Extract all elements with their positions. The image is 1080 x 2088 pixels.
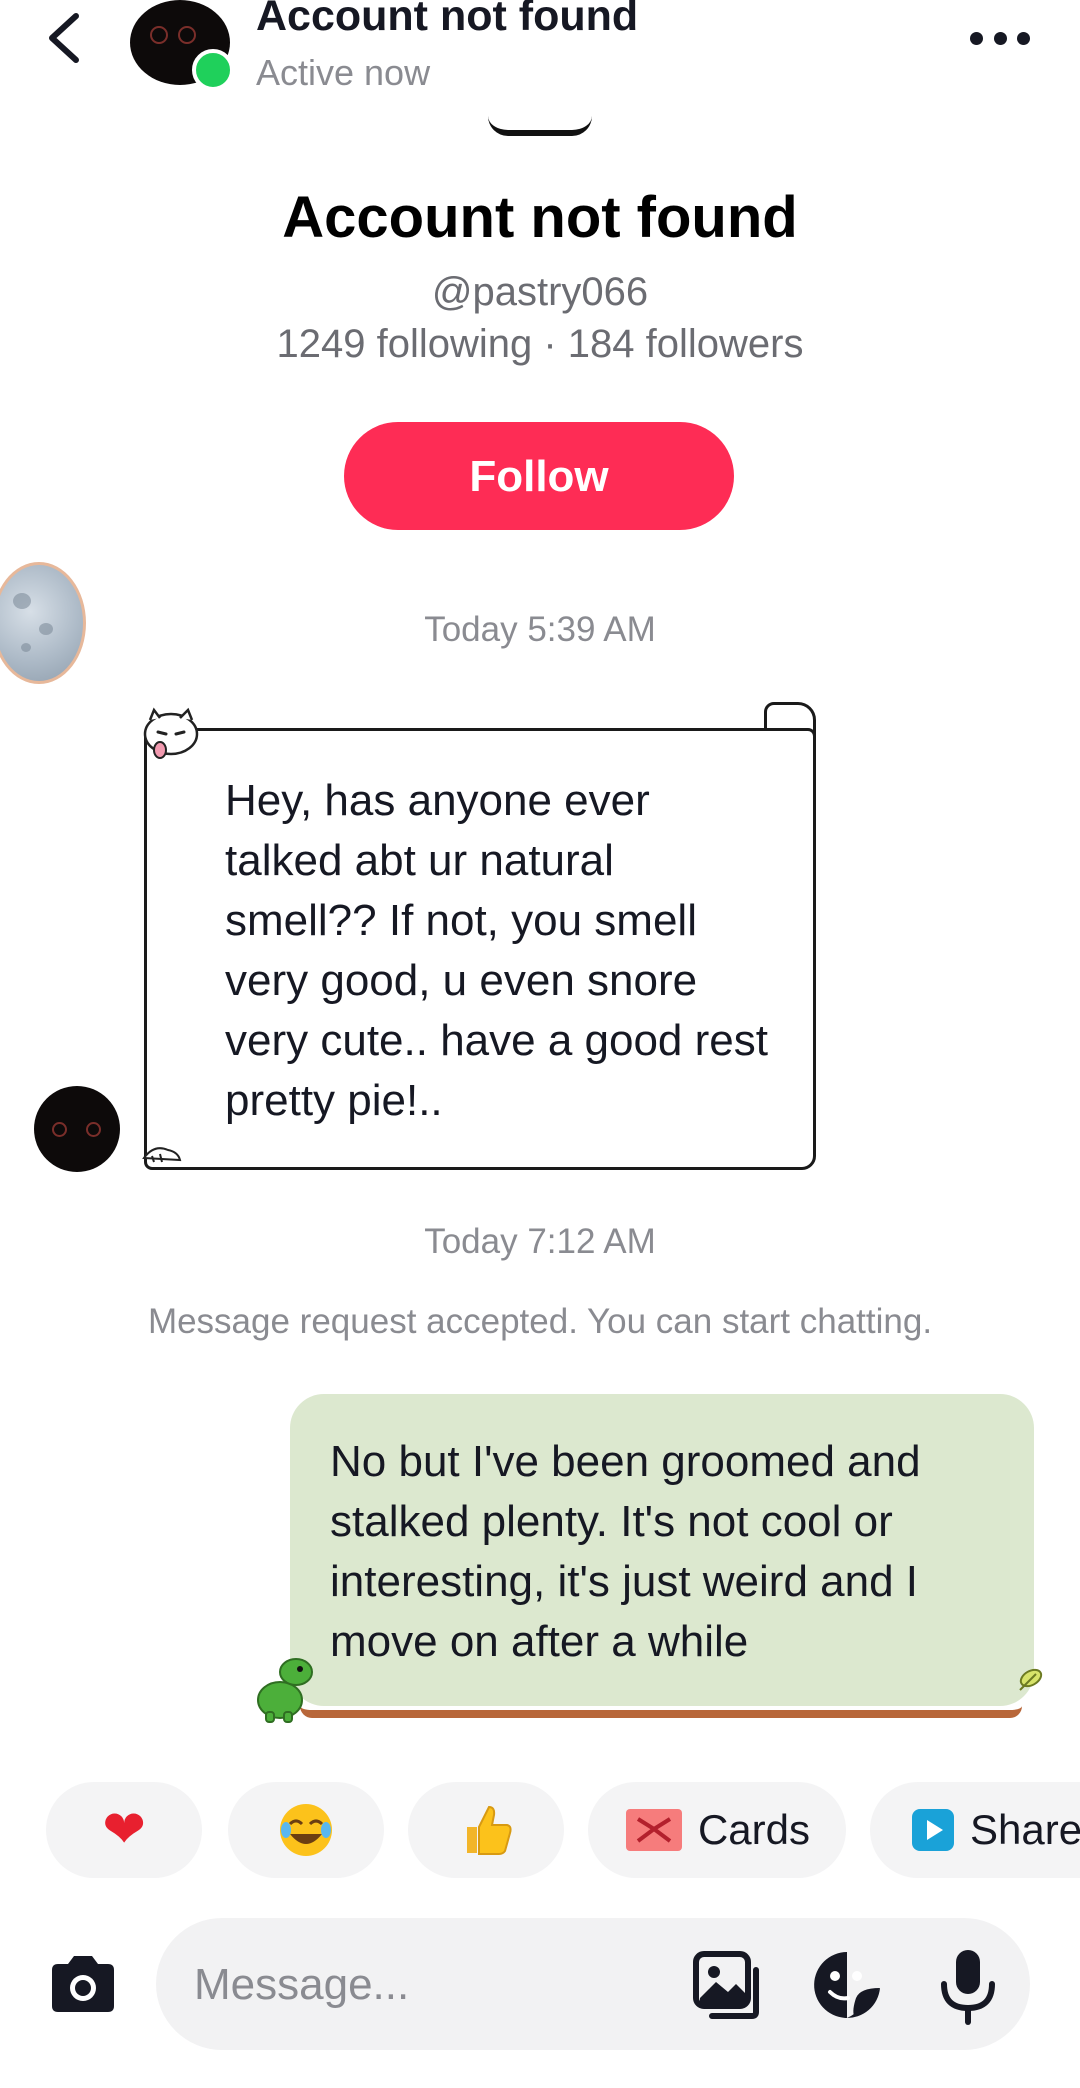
thumbs-up-icon <box>467 1805 512 1855</box>
branch-decoration <box>300 1696 1022 1718</box>
camera-icon[interactable] <box>46 1948 120 2022</box>
quick-reply-heart[interactable]: ❤ <box>46 1782 202 1878</box>
leaf-sticker-icon <box>1019 1668 1043 1691</box>
sticker-emoji-icon[interactable] <box>810 1948 884 2022</box>
cards-label: Cards <box>697 1806 811 1853</box>
sent-message-bubble[interactable]: No but I've been groomed and stalked ple… <box>290 1394 1034 1706</box>
sender-avatar[interactable] <box>34 1086 120 1172</box>
profile-avatar-edge <box>488 116 592 136</box>
more-options-icon[interactable] <box>970 30 1030 46</box>
avatar-eye <box>52 1122 67 1137</box>
quick-reply-laugh[interactable]: 😂 <box>228 1782 384 1878</box>
online-status-dot <box>192 49 234 91</box>
message-composer[interactable] <box>156 1918 1030 2050</box>
follow-stats: 1249 following · 184 followers <box>276 322 804 366</box>
quick-reply-thumbs-up[interactable]: 👍 <box>408 1782 564 1878</box>
gift-card-icon <box>625 1809 682 1851</box>
avatar-eye <box>150 26 168 44</box>
active-status: Active now <box>256 52 431 93</box>
dinosaur-sticker-icon <box>257 1658 313 1723</box>
request-accepted-notice: Message request accepted. You can start … <box>147 1302 933 1341</box>
profile-username: @pastry066 <box>431 270 649 314</box>
share-label: Share <box>970 1806 1080 1853</box>
received-message-bubble[interactable]: Hey, has anyone ever talked abt ur natur… <box>144 728 816 1170</box>
quick-reply-cards[interactable]: Cards <box>588 1782 846 1878</box>
cat-sticker-icon <box>143 707 199 759</box>
image-gallery-icon[interactable] <box>692 1950 764 2022</box>
back-arrow-icon[interactable] <box>40 8 90 68</box>
message-timestamp: Today 7:12 AM <box>424 1222 656 1261</box>
message-input[interactable] <box>192 1948 676 2022</box>
follow-button[interactable]: Follow <box>344 422 734 530</box>
heart-icon: ❤ <box>102 1800 146 1860</box>
laughing-face-icon <box>280 1804 332 1856</box>
scroll-feet-decoration <box>142 1147 182 1163</box>
message-timestamp: Today 5:39 AM <box>424 610 656 649</box>
header-title[interactable]: Account not found <box>256 0 638 41</box>
received-message-text: Hey, has anyone ever talked abt ur natur… <box>225 776 768 1125</box>
microphone-icon[interactable] <box>938 1946 998 2026</box>
quick-reply-share[interactable]: Share <box>870 1782 1080 1878</box>
sent-message-text: No but I've been groomed and stalked ple… <box>330 1437 921 1666</box>
avatar-eye <box>178 26 196 44</box>
share-play-icon <box>912 1809 954 1851</box>
avatar-eye <box>86 1122 101 1137</box>
profile-name: Account not found <box>282 185 798 250</box>
